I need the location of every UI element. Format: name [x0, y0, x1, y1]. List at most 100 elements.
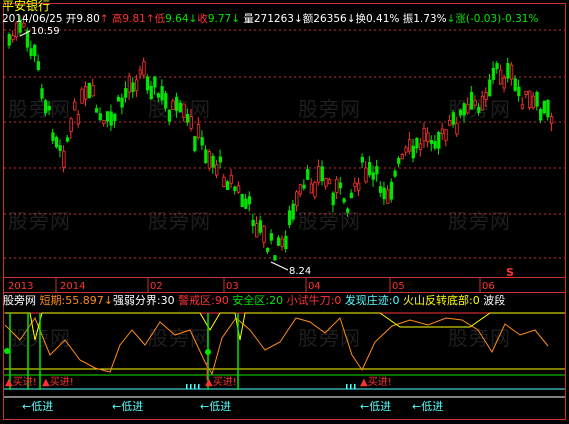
buy-signal: ▲买进!: [360, 377, 392, 388]
knife-label: 小试牛刀:: [286, 294, 335, 307]
trace-tick: [186, 384, 188, 389]
ohlc-amount-label: 额: [302, 13, 314, 25]
ohlc-change-label: 涨: [455, 13, 466, 25]
candle-body: [62, 150, 66, 168]
candle-body: [400, 154, 405, 160]
low-buy-signal: ←低进: [200, 400, 232, 413]
low-buy-signal: ←低进: [112, 400, 144, 413]
candle-body: [539, 109, 543, 121]
buy-signal: ▲买进!: [5, 377, 37, 388]
candle-body: [284, 235, 288, 250]
candle-body: [178, 102, 182, 113]
candle-body: [33, 44, 37, 57]
candle-body: [109, 111, 113, 126]
warn-value: 90: [214, 294, 229, 307]
ohlc-turnover: 0.41%: [366, 13, 400, 25]
candle-body: [58, 145, 62, 151]
candle-body: [251, 219, 255, 227]
candle-body: [116, 96, 121, 102]
chart-canvas[interactable]: [0, 0, 569, 424]
candle-body: [87, 82, 91, 99]
candle-body: [353, 182, 357, 187]
candle-body: [266, 247, 270, 252]
candle-body: [469, 92, 474, 110]
candle-body: [193, 136, 197, 152]
trace-tick: [198, 384, 200, 389]
candle-body: [280, 238, 284, 247]
candle-body: [484, 92, 488, 100]
down-arrow-icon: ↓: [293, 13, 303, 25]
candle-body: [309, 183, 314, 194]
ohlc-close-label: 收: [197, 13, 208, 25]
candle-body: [335, 178, 339, 193]
candle-body: [295, 191, 299, 207]
candle-body: [84, 85, 88, 100]
candle-body: [397, 157, 401, 164]
candle-body: [302, 184, 306, 189]
candle-body: [448, 120, 452, 126]
low-buy-signal: ←低进: [412, 400, 444, 413]
ohlc-volume: 271263: [253, 13, 294, 25]
candle-body: [225, 181, 230, 191]
candle-body: [240, 193, 244, 208]
min-price-label: 8.24: [289, 266, 312, 277]
candle-body: [542, 100, 546, 114]
candle-body: [367, 162, 372, 176]
candle-body: [207, 151, 212, 169]
candle-body: [433, 140, 437, 149]
time-label: 2013: [8, 281, 34, 292]
candle-body: [76, 114, 81, 125]
candle-body: [262, 225, 266, 243]
sell-signal-marker: S: [506, 266, 514, 279]
candle-body: [134, 79, 139, 91]
candle-body: [11, 35, 15, 40]
volcano-line: [5, 312, 565, 341]
candle-body: [189, 116, 193, 129]
candle-body: [258, 220, 263, 233]
down-arrow-icon: ↓: [188, 13, 198, 25]
time-label: 02: [150, 281, 163, 292]
candle-body: [287, 210, 292, 226]
ohlc-low: 9.64: [165, 13, 189, 25]
candle-body: [215, 164, 219, 176]
candle-body: [247, 196, 252, 205]
candle-body: [528, 90, 532, 108]
candle-body: [411, 145, 415, 159]
candle-body: [91, 84, 95, 97]
candle-body: [73, 101, 77, 111]
candle-body: [520, 104, 525, 109]
candle-body: [98, 113, 102, 121]
ohlc-line: 2014/06/25 开9.80↑ 高9.81↑低9.64↓收9.77↓ 量27…: [2, 13, 539, 25]
candle-body: [44, 100, 48, 114]
trace-label: 发现庄迹:: [344, 294, 393, 307]
candle-body: [418, 143, 423, 150]
up-arrow-icon: ↑: [145, 13, 155, 25]
candle-body: [244, 198, 248, 209]
candle-body: [69, 118, 73, 132]
candle-body: [156, 93, 161, 98]
candle-body: [477, 106, 481, 113]
candle-body: [342, 198, 346, 203]
candle-body: [407, 139, 412, 152]
candle-body: [462, 103, 466, 116]
low-buy-signal: ←低进: [360, 400, 392, 413]
candle-body: [535, 92, 539, 107]
volcano-label: 火山反转底部:: [403, 294, 473, 307]
candle-body: [513, 78, 517, 91]
volcano-value: 0: [472, 294, 480, 307]
low-buy-signal: ←低进: [22, 400, 54, 413]
candle-body: [142, 61, 146, 76]
candle-body: [389, 181, 394, 200]
candle-body: [415, 137, 419, 149]
down-arrow-icon: ↓: [103, 294, 113, 307]
chart-frame: [3, 3, 566, 420]
candle-body: [7, 33, 11, 46]
candle-body: [54, 137, 59, 148]
down-arrow-icon: ↓: [346, 13, 356, 25]
candle-body: [393, 170, 397, 177]
candle-body: [404, 147, 408, 153]
strength-value: 30: [160, 294, 175, 307]
candle-body: [273, 255, 277, 261]
safe-label: 安全区:: [232, 294, 270, 307]
candle-body: [276, 237, 281, 246]
